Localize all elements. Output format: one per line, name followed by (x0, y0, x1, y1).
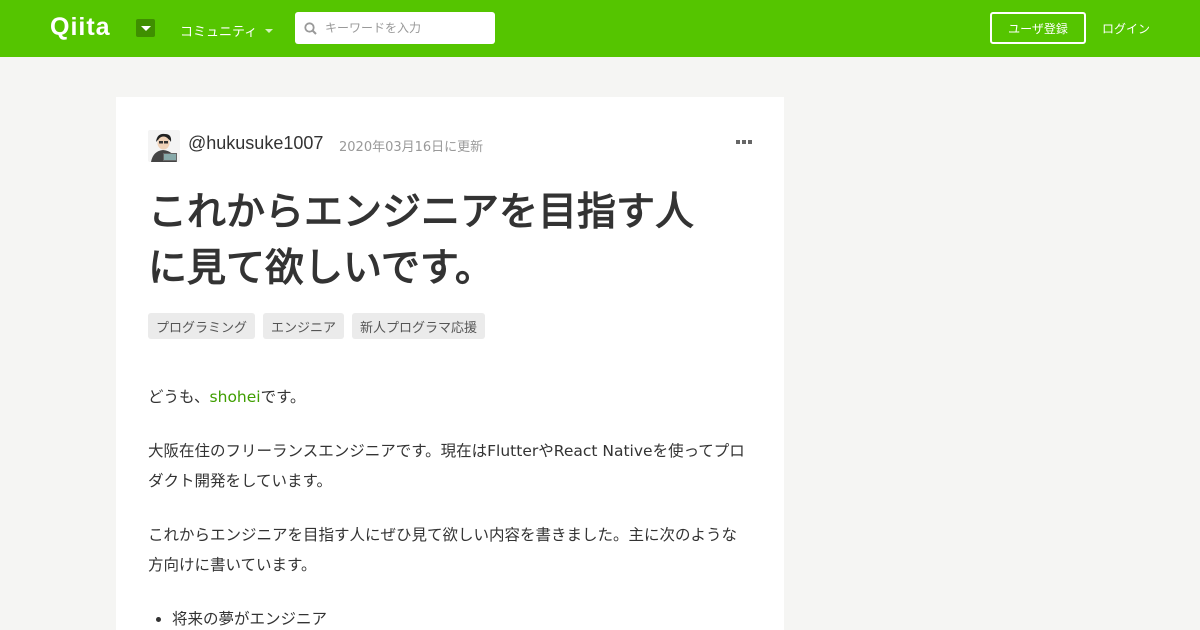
intro-paragraph: どうも、shoheiです。 (148, 382, 752, 412)
article-body: どうも、shoheiです。 大阪在住のフリーランスエンジニアです。現在はFlut… (148, 382, 752, 630)
search-input[interactable] (325, 21, 485, 35)
article-title: これからエンジニアを目指す人 に見て欲しいです。 (148, 185, 752, 297)
target-list: 将来の夢がエンジニア (172, 604, 752, 630)
tag-engineer[interactable]: エンジニア (263, 313, 345, 339)
login-link[interactable]: ログイン (1102, 20, 1150, 37)
avatar[interactable] (148, 130, 180, 162)
search-icon (304, 21, 317, 35)
chevron-down-icon[interactable] (136, 19, 155, 37)
author-link[interactable]: shohei (210, 388, 261, 406)
qiita-logo[interactable]: Qiita (50, 15, 111, 40)
article-card: @hukusuke1007 2020年03月16日に更新 これからエンジニアを目… (116, 97, 784, 630)
community-menu[interactable]: コミュニティ (180, 21, 274, 40)
caret-down-icon (265, 28, 274, 33)
more-options-icon[interactable] (736, 140, 752, 144)
title-line-2: に見て欲しいです。 (148, 246, 494, 291)
intro-prefix: どうも、 (148, 388, 210, 406)
intro-suffix: です。 (260, 388, 306, 406)
search-box[interactable] (295, 12, 495, 44)
community-label: コミュニティ (180, 25, 258, 40)
bio-paragraph: 大阪在住のフリーランスエンジニアです。現在はFlutterやReact Nati… (148, 442, 745, 490)
author-name[interactable]: @hukusuke1007 (188, 133, 323, 154)
updated-date: 2020年03月16日に更新 (339, 140, 484, 155)
tag-programming[interactable]: プログラミング (148, 313, 256, 339)
title-line-1: これからエンジニアを目指す人 (148, 190, 695, 235)
signup-button[interactable]: ユーザ登録 (990, 12, 1086, 44)
tag-list: プログラミング エンジニア 新人プログラマ応援 (148, 313, 486, 339)
purpose-paragraph: これからエンジニアを目指す人にぜひ見て欲しい内容を書きました。主に次のような方向… (148, 526, 738, 574)
list-item: 将来の夢がエンジニア (172, 604, 752, 630)
global-header: Qiita コミュニティ ユーザ登録 ログイン (0, 0, 1200, 57)
tag-new-programmer[interactable]: 新人プログラマ応援 (352, 313, 486, 339)
